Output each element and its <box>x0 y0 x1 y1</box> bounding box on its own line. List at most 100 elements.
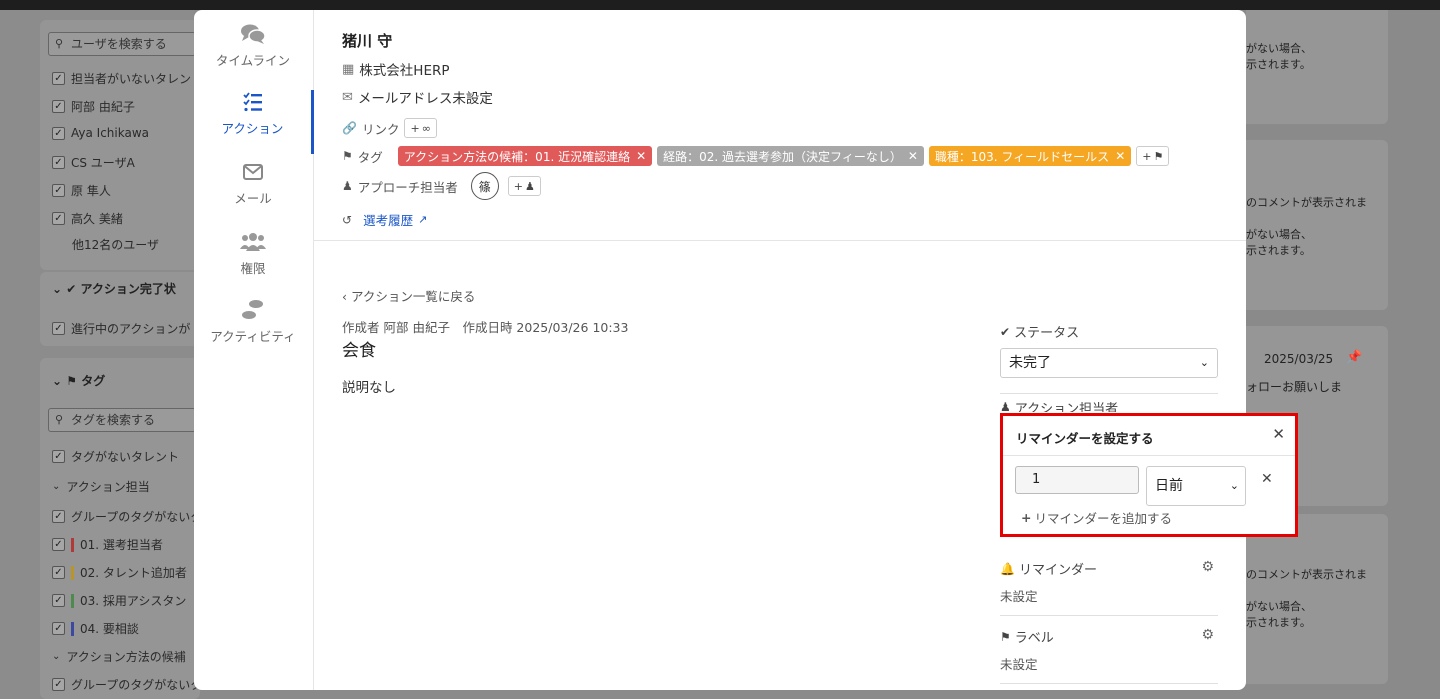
reminder-settings-gear-icon[interactable]: ⚙ <box>1201 559 1214 575</box>
add-tag-button[interactable]: + ⚑ <box>1136 146 1170 166</box>
checkbox[interactable]: ✓ <box>52 538 65 551</box>
action-status-option[interactable]: ✓ 進行中のアクションが <box>52 320 190 337</box>
timeline-card <box>1246 140 1388 310</box>
footprints-icon <box>242 300 263 319</box>
checkbox[interactable]: ✓ <box>52 126 65 140</box>
nav-mail-label: メール <box>234 191 272 206</box>
tag-color-bar <box>71 593 74 608</box>
user-search-input[interactable]: ⚲ ユーザを検索する <box>48 32 196 56</box>
label-settings-gear-icon[interactable]: ⚙ <box>1201 627 1214 643</box>
action-meta: 作成者 阿部 由紀子 作成日時 2025/03/26 10:33 <box>342 320 629 335</box>
tag-search-input[interactable]: ⚲ タグを検索する <box>48 408 196 432</box>
divider <box>1000 393 1218 394</box>
reminder-popover-title: リマインダーを設定する <box>1016 431 1154 446</box>
nav-action[interactable]: アクション <box>194 90 314 154</box>
chevron-down-icon: ⌄ <box>1199 356 1209 369</box>
checkbox[interactable]: ✓ <box>52 156 65 169</box>
tag-group-header[interactable]: ⌄ アクション担当 <box>52 478 150 495</box>
company-row: ▦ 株式会社HERP <box>342 59 450 80</box>
users-icon <box>240 233 266 251</box>
add-reminder-button[interactable]: + リマインダーを追加する <box>1021 508 1172 527</box>
checkbox[interactable]: ✓ <box>52 566 65 579</box>
link-row: 🔗 リンク + ∞ <box>342 118 437 138</box>
approach-label: アプローチ担当者 <box>357 179 458 195</box>
link-label: リンク <box>361 121 400 137</box>
nav-permission[interactable]: 権限 <box>194 230 312 294</box>
bell-icon: 🔔 <box>1000 561 1015 576</box>
user-search-placeholder: ユーザを検索する <box>71 37 167 51</box>
user-filter-item[interactable]: ✓ CS ユーザA <box>52 154 135 171</box>
tag-group-header[interactable]: ⌄ アクション方法の候補 <box>52 648 186 665</box>
checkbox[interactable]: ✓ <box>52 184 65 197</box>
checkbox[interactable]: ✓ <box>52 622 65 635</box>
nav-action-label: アクション <box>221 121 284 136</box>
header-divider <box>314 240 1246 241</box>
history-icon: ↺ <box>342 212 353 227</box>
user-filter-item[interactable]: ✓ 高久 美緒 <box>52 210 123 227</box>
envelope-icon: ✉ <box>342 89 353 105</box>
selection-history-link[interactable]: 選考履歴 <box>363 210 413 229</box>
nav-activity-label: アクティビティ <box>210 329 296 344</box>
user-icon: ♟ <box>342 179 353 193</box>
remove-tag-icon[interactable]: ✕ <box>636 149 646 163</box>
reminder-value: 未設定 <box>1000 589 1038 604</box>
checkbox[interactable]: ✓ <box>52 72 65 85</box>
pin-icon[interactable]: 📌 <box>1346 350 1362 365</box>
reminder-amount-input[interactable]: 1 <box>1015 466 1139 494</box>
tag-chip[interactable]: アクション方法の候補：01. 近況確認連絡 ✕ <box>397 146 653 166</box>
remove-tag-icon[interactable]: ✕ <box>908 149 918 163</box>
user-filter-item[interactable]: ✓ Aya Ichikawa <box>52 126 149 140</box>
nav-mail[interactable]: メール <box>194 160 312 224</box>
check-circle-icon: ✔ <box>1000 324 1011 339</box>
tasks-icon <box>242 92 262 112</box>
tag-filter-item[interactable]: ✓ タグがないタレント <box>52 448 179 465</box>
tag-color-bar <box>71 537 74 552</box>
close-icon[interactable]: ✕ <box>1272 425 1285 443</box>
checkbox[interactable]: ✓ <box>52 510 65 523</box>
remove-tag-icon[interactable]: ✕ <box>1115 149 1125 163</box>
reminder-popover: リマインダーを設定する ✕ 1 日前 ⌄ ✕ + リマインダーを追加する <box>1000 413 1298 537</box>
search-icon: ⚲ <box>55 413 64 426</box>
email-row: ✉ メールアドレス未設定 <box>342 87 493 108</box>
user-filter-item[interactable]: ✓ 担当者がいないタレン <box>52 70 191 87</box>
tag-filter-item[interactable]: ✓ 03. 採用アシスタン <box>52 592 186 609</box>
email-text: メールアドレス未設定 <box>357 91 493 107</box>
tag-chip[interactable]: 経路：02. 過去選考参加（決定フィーなし） ✕ <box>657 146 924 166</box>
tag-filter-item[interactable]: ✓ グループのタグがないタ <box>52 508 202 525</box>
approach-avatar[interactable]: 篠 <box>470 172 499 200</box>
nav-activity[interactable]: アクティビティ <box>194 298 312 362</box>
checkbox[interactable]: ✓ <box>52 212 65 225</box>
app-topbar <box>0 0 1440 10</box>
reminder-popover-header: リマインダーを設定する ✕ <box>1003 416 1295 456</box>
external-link-icon: ↗ <box>418 213 428 226</box>
action-title: 会食 <box>342 341 376 361</box>
candidate-name: 猪川 守 <box>342 32 393 50</box>
tag-row: ⚑ タグ アクション方法の候補：01. 近況確認連絡 ✕ 経路：02. 過去選考参… <box>342 146 1170 166</box>
checkbox[interactable]: ✓ <box>52 322 65 335</box>
back-to-actions-link[interactable]: ‹ アクション一覧に戻る <box>342 286 475 305</box>
remove-reminder-icon[interactable]: ✕ <box>1261 471 1273 487</box>
add-approach-user-button[interactable]: + ♟ <box>507 176 541 196</box>
more-users-link[interactable]: 他12名のユーザ <box>72 236 159 253</box>
nav-timeline[interactable]: タイムライン <box>194 22 312 86</box>
tag-filter-item[interactable]: ✓ 02. タレント追加者 <box>52 564 187 581</box>
tag-filter-item[interactable]: ✓ グループのタグがないタ <box>52 676 202 693</box>
action-status-heading[interactable]: ⌄ ✔ アクション完了状 <box>52 280 176 297</box>
reminder-unit-select[interactable]: 日前 ⌄ <box>1146 466 1246 506</box>
checkbox[interactable]: ✓ <box>52 450 65 463</box>
reminder-label: 🔔 リマインダー <box>1000 561 1097 579</box>
user-filter-item[interactable]: ✓ 原 隼人 <box>52 182 111 199</box>
checkbox[interactable]: ✓ <box>52 100 65 113</box>
status-select[interactable]: 未完了 ⌄ <box>1000 348 1218 378</box>
tag-filter-item[interactable]: ✓ 01. 選考担当者 <box>52 536 163 553</box>
checkbox[interactable]: ✓ <box>52 594 65 607</box>
tag-icon: ⚑ <box>1000 629 1011 644</box>
tag-filter-item[interactable]: ✓ 04. 要相談 <box>52 620 139 637</box>
add-link-button[interactable]: + ∞ <box>404 118 437 138</box>
assignee-label: ♟ アクション担当者 <box>1000 402 1119 412</box>
user-filter-item[interactable]: ✓ 阿部 由紀子 <box>52 98 135 115</box>
tag-chip[interactable]: 職種：103. フィールドセールス ✕ <box>928 146 1132 166</box>
checkbox[interactable]: ✓ <box>52 678 65 691</box>
tag-filter-heading[interactable]: ⌄ ⚑ タグ <box>52 372 105 389</box>
tag-color-bar <box>71 621 74 636</box>
